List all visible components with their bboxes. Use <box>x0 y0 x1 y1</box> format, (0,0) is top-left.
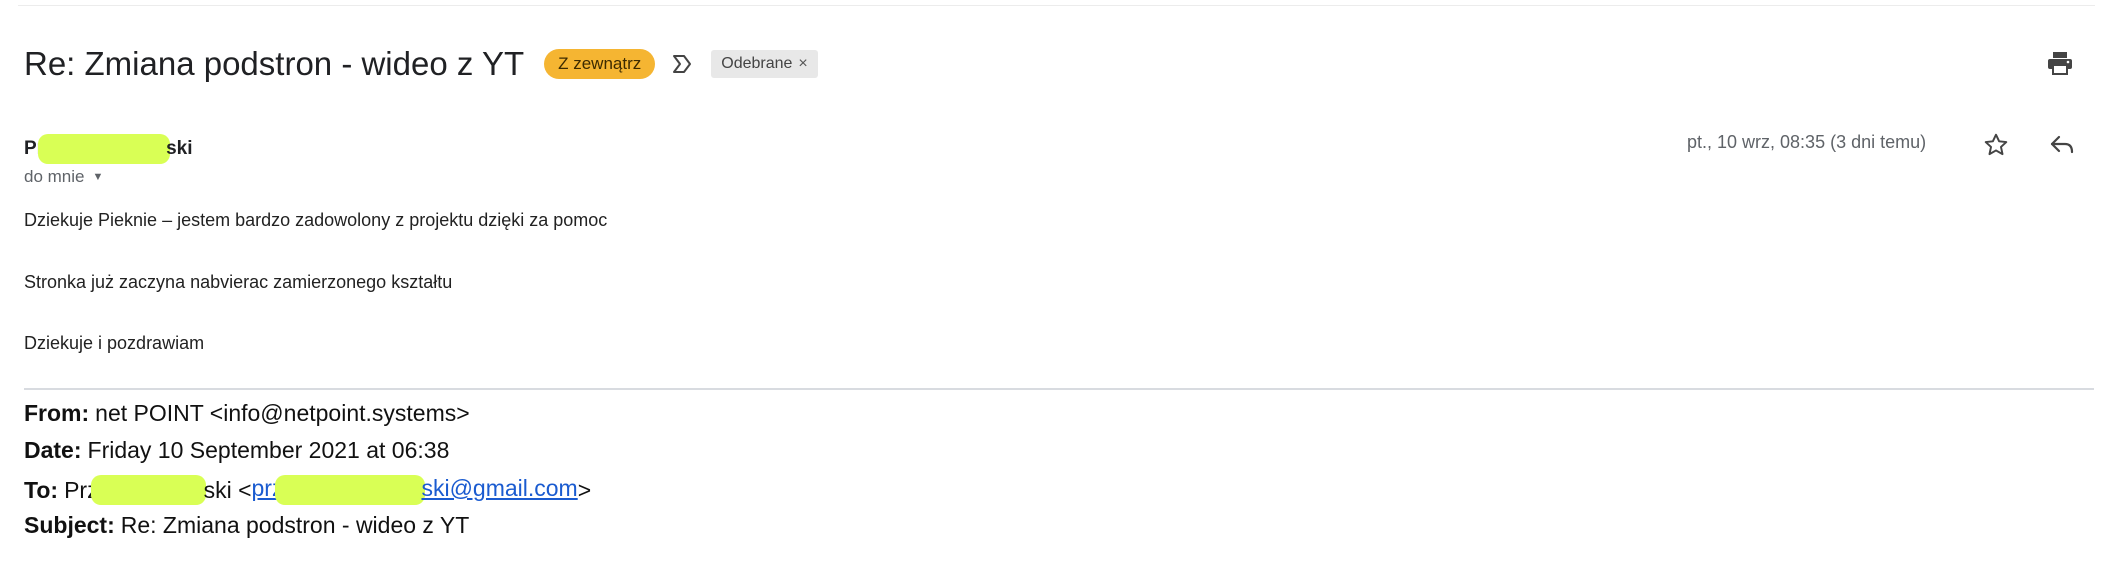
redaction-mark <box>38 134 171 164</box>
quoted-to-email-link[interactable]: prz ski@gmail.com <box>252 475 578 505</box>
quoted-date-value: Friday 10 September 2021 at 06:38 <box>87 437 450 463</box>
quote-divider <box>24 388 2094 390</box>
label-external[interactable]: Z zewnątrz <box>544 49 656 79</box>
quoted-to-close: > <box>577 476 592 503</box>
quoted-from-value: net POINT <info@netpoint.systems> <box>95 400 470 426</box>
quoted-subject-value: Re: Zmiana podstron - wideo z YT <box>120 512 470 538</box>
redaction-mark <box>275 475 426 505</box>
important-marker-icon[interactable] <box>671 53 693 75</box>
quoted-to-email-end: ski@gmail.com <box>421 475 578 502</box>
reply-icon <box>2050 135 2074 154</box>
quoted-date: Date: Friday 10 September 2021 at 06:38 <box>24 437 449 464</box>
quoted-date-label: Date: <box>24 437 82 463</box>
reply-button[interactable] <box>2046 129 2078 161</box>
redaction-mark <box>90 475 206 505</box>
chevron-down-icon: ▼ <box>92 171 104 183</box>
remove-label-button[interactable]: × <box>798 50 807 78</box>
quoted-subject: Subject: Re: Zmiana podstron - wideo z Y… <box>24 512 469 539</box>
top-divider <box>18 5 2095 6</box>
subject-row: Re: Zmiana podstron - wideo z YT Z zewną… <box>24 38 818 90</box>
message-body-line: Dziekuje i pozdrawiam <box>24 333 205 353</box>
print-button[interactable] <box>2045 49 2075 77</box>
quoted-to: To: Prz ski < prz ski@gmail.com > <box>24 475 591 505</box>
quoted-from: From: net POINT <info@netpoint.systems> <box>24 400 470 427</box>
recipient-label: do mnie <box>24 167 85 186</box>
quoted-to-label: To: <box>24 476 59 503</box>
message-body-line: Stronka już zaczyna nabvierac zamierzone… <box>24 272 453 292</box>
label-inbox[interactable]: Odebrane × <box>711 50 818 78</box>
label-inbox-text: Odebrane <box>721 55 793 72</box>
sender-name[interactable]: Pr ski <box>24 134 193 164</box>
recipient-dropdown[interactable]: do mnie ▼ <box>24 167 103 187</box>
star-icon <box>1984 133 2008 156</box>
message-body-line: Dziekuje Pieknie – jestem bardzo zadowol… <box>24 210 608 230</box>
quoted-subject-label: Subject: <box>24 512 115 538</box>
star-button[interactable] <box>1980 129 2012 161</box>
sender-name-end: ski <box>166 138 193 159</box>
print-icon <box>2048 52 2072 75</box>
message-date: pt., 10 wrz, 08:35 (3 dni temu) <box>1687 132 1927 152</box>
quoted-to-name-end: ski < <box>203 476 252 503</box>
quoted-from-label: From: <box>24 400 90 426</box>
email-subject: Re: Zmiana podstron - wideo z YT <box>24 45 525 82</box>
